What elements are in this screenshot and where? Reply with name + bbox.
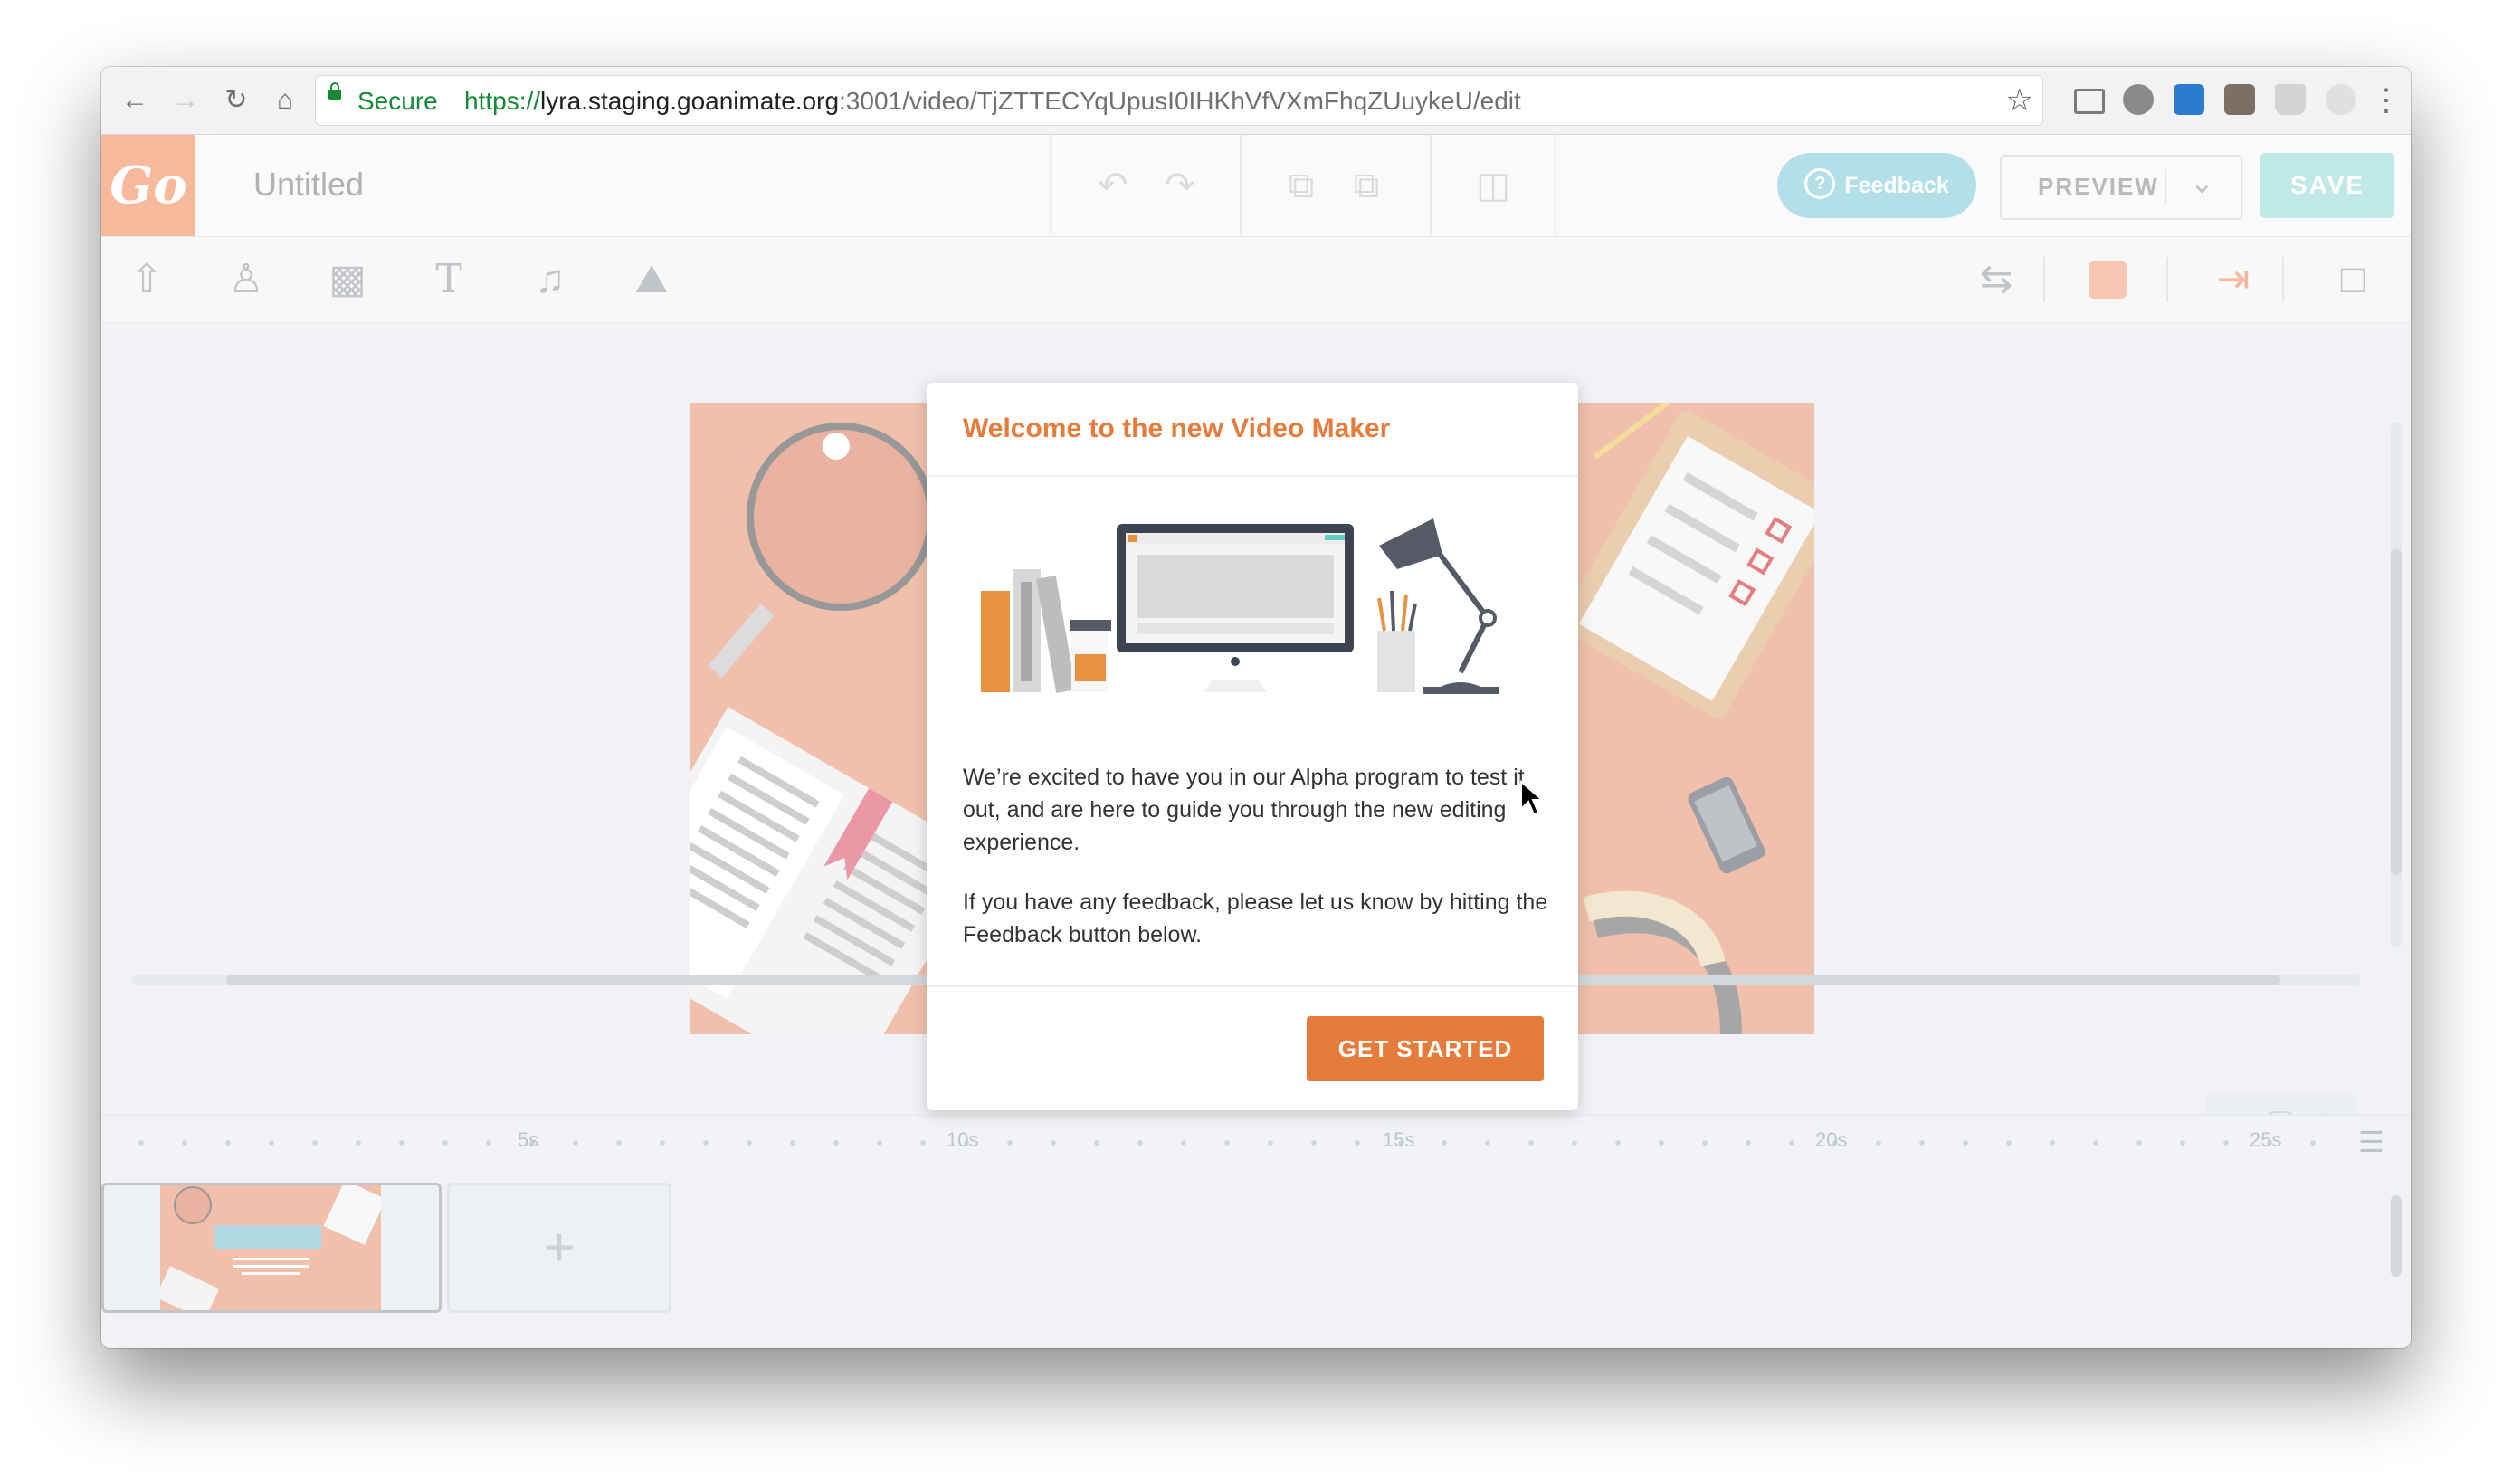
star-icon[interactable]: ☆ [2006, 82, 2033, 119]
dialog-text-intro: We’re excited to have you in our Alpha p… [963, 765, 1525, 855]
extension-icon[interactable] [2123, 84, 2154, 115]
forward-icon[interactable]: → [168, 83, 203, 118]
secure-label: Secure [357, 87, 438, 115]
cursor-icon [1520, 780, 1543, 816]
extension-icon[interactable] [2224, 84, 2255, 115]
get-started-button[interactable]: GET STARTED [1307, 1016, 1544, 1081]
lock-icon [328, 82, 341, 100]
settings-icon[interactable] [2326, 84, 2356, 115]
home-icon[interactable]: ⌂ [268, 83, 302, 118]
url-text: https://lyra.staging.goanimate.org:3001/… [464, 87, 1521, 115]
dialog-text-feedback: If you have any feedback, please let us … [963, 889, 1548, 947]
menu-icon[interactable]: ⋮ [2369, 83, 2403, 118]
back-icon[interactable]: ← [118, 83, 152, 118]
welcome-dialog: Welcome to the new Video Maker We’re exc… [927, 383, 1578, 1110]
workspace-illustration [981, 518, 1499, 694]
browser-toolbar: ← → ↻ ⌂ Secure https://lyra.staging.goan… [101, 67, 2411, 135]
cast-icon[interactable] [2074, 89, 2105, 114]
reload-icon[interactable]: ↻ [219, 83, 253, 118]
drive-icon[interactable] [2275, 84, 2306, 115]
browser-window: ← → ↻ ⌂ Secure https://lyra.staging.goan… [101, 67, 2411, 1348]
dialog-title: Welcome to the new Video Maker [963, 414, 1391, 443]
trello-icon[interactable] [2174, 84, 2204, 115]
address-bar[interactable]: Secure https://lyra.staging.goanimate.or… [315, 75, 2043, 126]
